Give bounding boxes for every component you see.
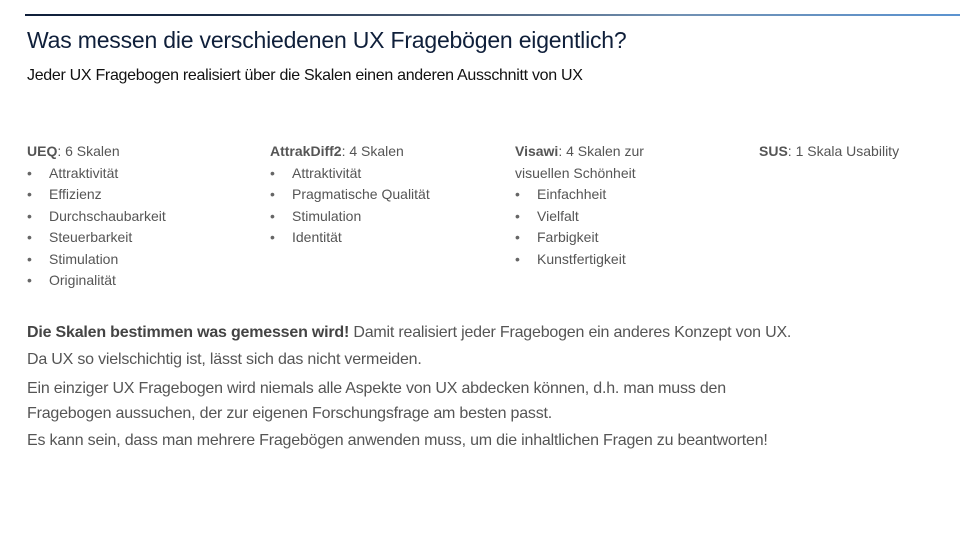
scale-item: Kunstfertigkeit	[515, 249, 644, 271]
questionnaire-name: AttrakDiff2	[270, 143, 342, 159]
paragraph: Die Skalen bestimmen was gemessen wird! …	[27, 319, 927, 346]
questionnaire-heading: UEQ: 6 Skalen	[27, 141, 166, 163]
scale-item: Farbigkeit	[515, 227, 644, 249]
questionnaire-description: : 1 Skala Usability	[787, 143, 900, 159]
questionnaire-heading: Visawi: 4 Skalen zur	[515, 141, 644, 163]
scale-item: Originalität	[27, 270, 166, 292]
scale-list: Attraktivität Pragmatische Qualität Stim…	[270, 163, 430, 249]
scale-item: Durchschaubarkeit	[27, 206, 166, 228]
questionnaire-heading: AttrakDiff2: 4 Skalen	[270, 141, 430, 163]
scale-item: Stimulation	[27, 249, 166, 271]
questionnaire-attrakdiff2: AttrakDiff2: 4 Skalen Attraktivität Prag…	[270, 141, 430, 249]
paragraph-line: Fragebogen aussuchen, der zur eigenen Fo…	[27, 405, 553, 422]
questionnaire-sus: SUS: 1 Skala Usability	[759, 141, 899, 163]
paragraph-text: Damit realisiert jeder Fragebogen ein an…	[349, 324, 792, 341]
scale-item: Steuerbarkeit	[27, 227, 166, 249]
scale-item: Stimulation	[270, 206, 430, 228]
scale-list: Einfachheit Vielfalt Farbigkeit Kunstfer…	[515, 184, 644, 270]
body-text: Die Skalen bestimmen was gemessen wird! …	[27, 319, 927, 454]
scale-item: Identität	[270, 227, 430, 249]
scale-item: Attraktivität	[270, 163, 430, 185]
questionnaire-name: SUS	[759, 143, 788, 159]
header-divider	[25, 14, 960, 16]
questionnaire-description: : 4 Skalen	[341, 143, 404, 159]
questionnaire-description: : 6 Skalen	[57, 143, 120, 159]
slide-subtitle: Jeder UX Fragebogen realisiert über die …	[27, 67, 583, 84]
questionnaire-description: : 4 Skalen zur	[558, 143, 644, 159]
paragraph: Es kann sein, dass man mehrere Frageböge…	[27, 432, 768, 449]
emphasis-text: Die Skalen bestimmen was gemessen wird!	[27, 324, 350, 341]
questionnaire-heading: SUS: 1 Skala Usability	[759, 141, 899, 163]
paragraph-line: Ein einziger UX Fragebogen wird niemals …	[27, 380, 726, 397]
scale-item: Attraktivität	[27, 163, 166, 185]
paragraph: Da UX so vielschichtig ist, lässt sich d…	[27, 351, 422, 368]
questionnaire-name: Visawi	[515, 143, 559, 159]
questionnaire-visawi: Visawi: 4 Skalen zur visuellen Schönheit…	[515, 141, 644, 270]
slide-title: Was messen die verschiedenen UX Fragebög…	[27, 27, 627, 53]
questionnaire-description-line2: visuellen Schönheit	[515, 164, 636, 181]
questionnaire-ueq: UEQ: 6 Skalen Attraktivität Effizienz Du…	[27, 141, 166, 292]
scale-list: Attraktivität Effizienz Durchschaubarkei…	[27, 163, 166, 292]
scale-item: Einfachheit	[515, 184, 644, 206]
questionnaire-name: UEQ	[27, 143, 58, 159]
scale-item: Effizienz	[27, 184, 166, 206]
scale-item: Pragmatische Qualität	[270, 184, 430, 206]
scale-item: Vielfalt	[515, 206, 644, 228]
